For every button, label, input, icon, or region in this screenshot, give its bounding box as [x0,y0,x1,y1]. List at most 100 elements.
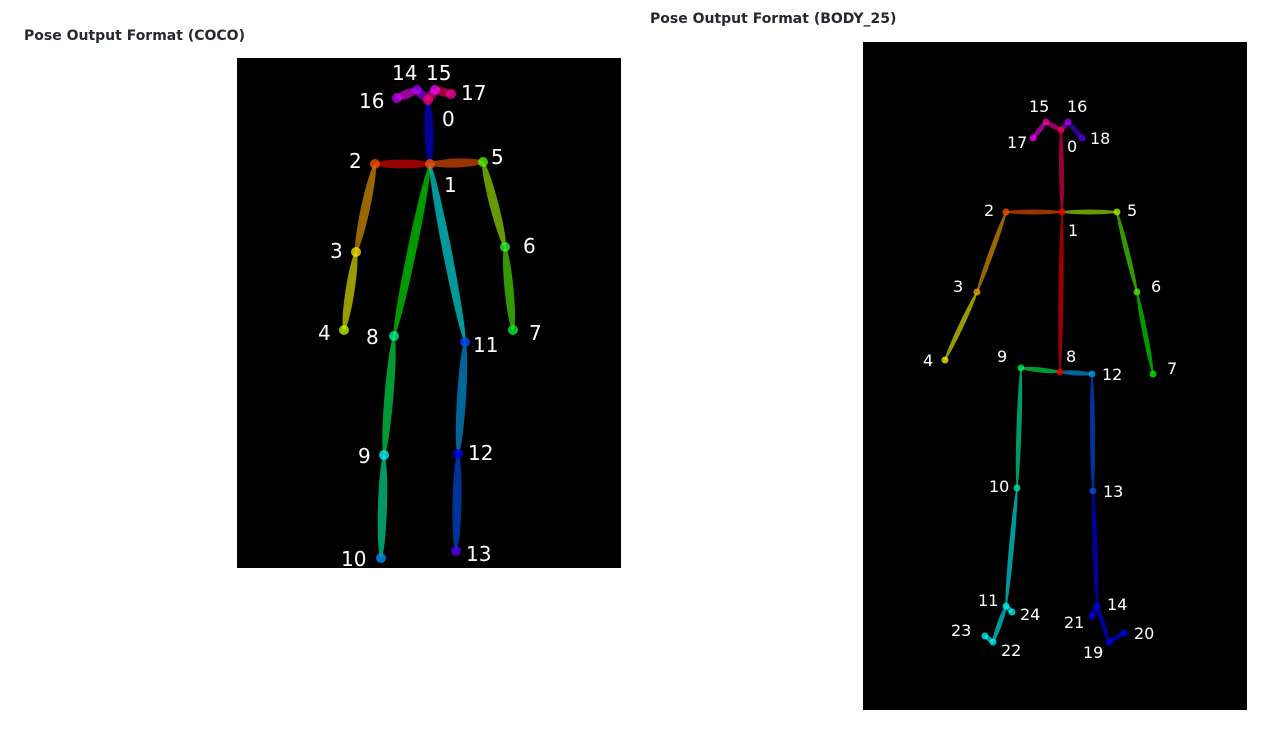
coco-keypoint-label-11: 11 [473,333,498,357]
body25-keypoint-6 [1133,288,1141,296]
body25-keypoint-24 [1008,608,1016,616]
body25-keypoint-7 [1149,370,1157,378]
coco-keypoint-8 [389,331,399,341]
body25-limb-8-9 [1020,366,1061,374]
body25-keypoint-label-12: 12 [1102,365,1122,384]
body25-limb-8-12 [1059,370,1093,376]
body25-skeleton: 0123456789101112131415 1617 18192021222324 [923,97,1177,662]
coco-keypoint-label-4: 4 [318,321,331,345]
coco-keypoint-0 [423,95,433,105]
coco-keypoint-11 [460,337,470,347]
coco-keypoint-label-1: 1 [444,173,457,197]
body25-keypoint-label-6: 6 [1151,277,1161,296]
body25-keypoint-label-8: 8 [1066,347,1076,366]
body25-limb-1-8 [1058,211,1064,373]
body25-limb-1-5 [1062,209,1117,215]
body25-keypoint-label-21: 21 [1064,613,1084,632]
coco-limb-12-13 [452,453,462,552]
body25-limb-13-14 [1091,490,1099,607]
body25-limb-6-7 [1136,291,1154,375]
body25-limb-12-13 [1089,373,1096,492]
coco-keypoint-label-14: 14 [392,61,417,85]
coco-keypoint-2 [370,159,380,169]
coco-keypoint-label-16: 16 [359,89,384,113]
coco-keypoint-10 [376,553,386,563]
coco-keypoint-label-2: 2 [349,149,362,173]
body25-keypoint-label-24: 24 [1020,605,1040,624]
coco-keypoint-label-5: 5 [491,145,504,169]
body25-limb-10-11 [1005,487,1018,607]
body25-keypoint-8 [1056,368,1064,376]
body25-keypoint-18 [1078,134,1086,142]
coco-keypoint-1 [425,159,435,169]
coco-keypoint-label-15: 15 [426,61,451,85]
body25-title: Pose Output Format (BODY_25) [650,11,897,27]
coco-diagram-panel: 0 1 2 3 4 5 6 7 8 9 10 11 12 13 14 15 16 17 [237,58,621,568]
body25-keypoint-12 [1088,370,1096,378]
coco-keypoint-15 [430,85,440,95]
coco-skeleton: 01234567891011121314 1516 17 [318,61,542,568]
body25-limb-3-4 [944,291,978,361]
body25-keypoint-label-14: 14 [1107,595,1127,614]
body25-keypoint-label-15: 15 [1029,97,1049,116]
body25-keypoint-label-18: 18 [1090,129,1110,148]
body25-keypoint-21 [1088,612,1096,620]
coco-keypoint-label-6: 6 [523,234,536,258]
body25-keypoint-4 [941,356,949,364]
body25-keypoint-label-2: 2 [984,201,994,220]
coco-limb-11-12 [455,341,468,455]
body25-keypoint-5 [1113,208,1121,216]
body25-keypoint-14 [1093,602,1101,610]
body25-limb-2-3 [976,211,1007,293]
body25-keypoint-13 [1089,487,1097,495]
body25-keypoint-19 [1105,638,1113,646]
coco-keypoint-label-9: 9 [358,444,371,468]
body25-keypoint-label-23: 23 [951,621,971,640]
coco-keypoint-9 [379,450,389,460]
body25-limb-1-0 [1058,129,1065,213]
coco-limb-1-5 [429,158,484,168]
body25-keypoint-label-11: 11 [978,591,998,610]
coco-keypoint-5 [478,157,488,167]
body25-keypoint-17 [1029,134,1037,142]
body25-limb-9-10 [1015,367,1023,489]
body25-keypoint-label-22: 22 [1001,641,1021,660]
coco-keypoint-label-3: 3 [330,239,343,263]
coco-keypoint-label-8: 8 [366,325,379,349]
coco-title: Pose Output Format (COCO) [24,28,245,44]
coco-keypoint-label-0: 0 [442,107,455,131]
coco-limb-5-6 [482,161,506,248]
coco-keypoint-17 [446,89,456,99]
coco-keypoint-12 [453,449,463,459]
body25-keypoint-2 [1002,208,1010,216]
coco-limb-1-8 [393,163,431,337]
body25-keypoint-20 [1120,629,1128,637]
body25-keypoint-1 [1058,208,1066,216]
coco-keypoint-13 [451,546,461,556]
coco-limb-1-2 [375,159,430,169]
body25-keypoint-11 [1002,602,1010,610]
body25-limb-1-2 [1006,209,1062,215]
body25-keypoint-label-4: 4 [923,351,933,370]
coco-keypoint-label-7: 7 [529,321,542,345]
body25-keypoint-label-20: 20 [1134,624,1154,643]
coco-keypoint-14 [412,85,422,95]
coco-keypoint-7 [508,325,518,335]
coco-keypoint-6 [500,242,510,252]
coco-keypoint-3 [351,247,361,257]
body25-keypoint-label-0: 0 [1067,137,1077,156]
body25-keypoint-23 [981,632,989,640]
body25-keypoint-label-17: 17 [1007,133,1027,152]
coco-keypoint-label-10: 10 [341,547,366,568]
body25-limb-11-22 [992,605,1007,643]
body25-keypoint-0 [1057,126,1065,134]
body25-keypoint-label-1: 1 [1068,221,1078,240]
body25-keypoint-label-5: 5 [1127,201,1137,220]
coco-limb-9-10 [377,454,388,559]
body25-keypoint-22 [989,638,997,646]
body25-keypoint-label-10: 10 [989,477,1009,496]
body25-keypoint-label-7: 7 [1167,359,1177,378]
body25-keypoint-label-3: 3 [953,277,963,296]
coco-limb-1-0 [424,99,434,165]
coco-keypoint-label-17: 17 [461,81,486,105]
